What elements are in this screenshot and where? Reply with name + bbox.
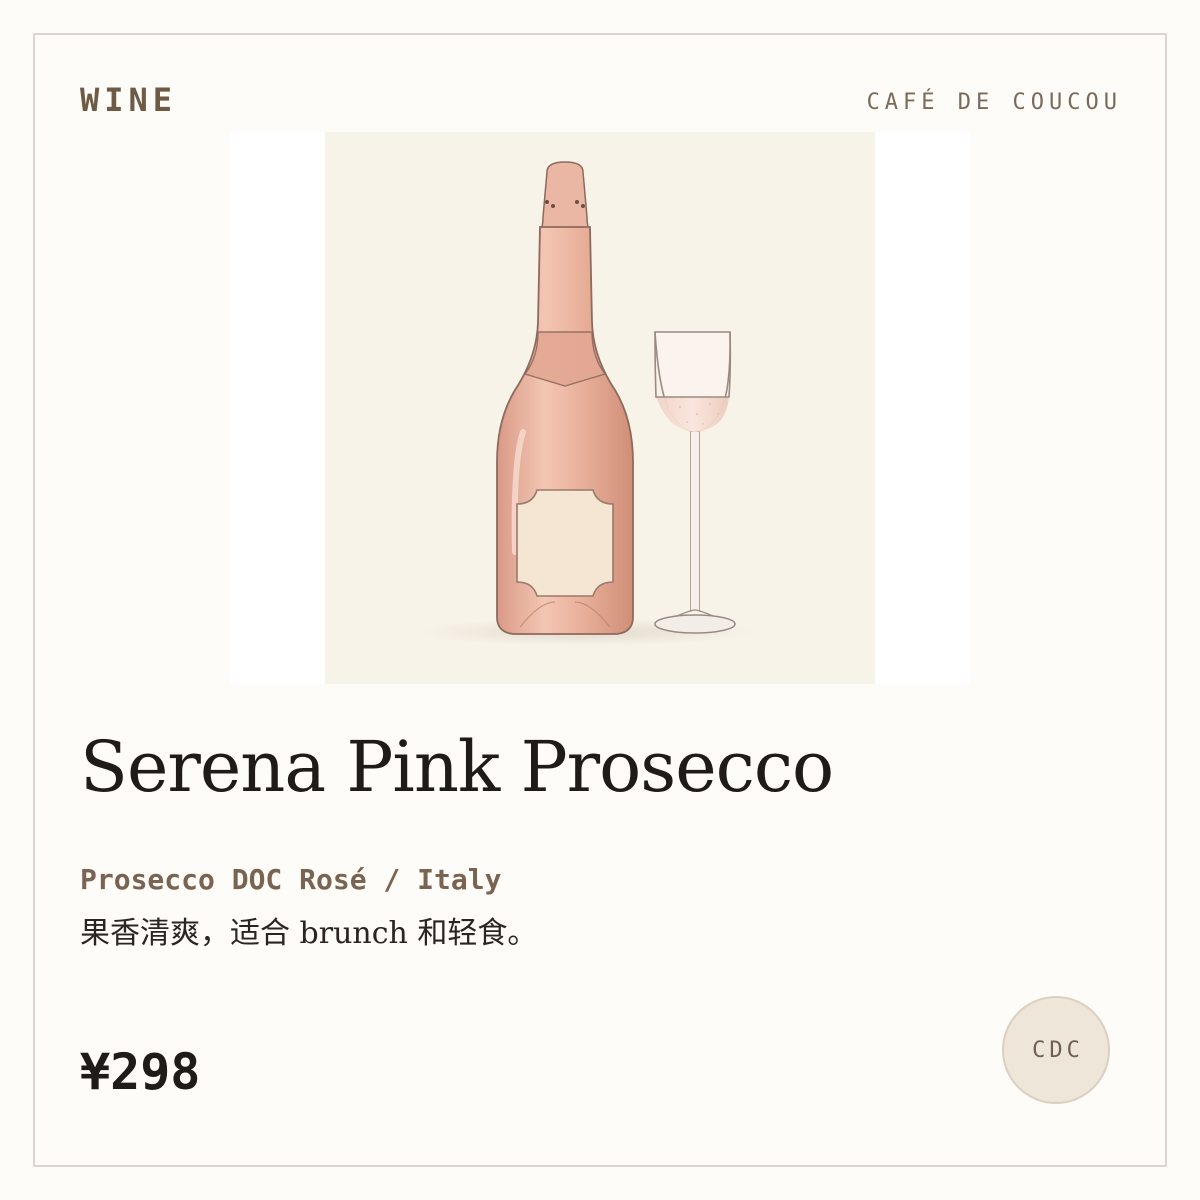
bottle-icon (496, 161, 634, 635)
champagne-flute-icon (654, 331, 736, 634)
product-description: 果香清爽，适合 brunch 和轻食。 (80, 916, 538, 951)
product-illustration (325, 132, 875, 684)
product-name: Serena Pink Prosecco (80, 726, 834, 808)
brand-badge: CDC (1002, 996, 1110, 1104)
category-label: WINE (80, 81, 178, 119)
product-price: ¥298 (80, 1043, 201, 1101)
rose-prosecco-bottle-and-flute-illustration (415, 161, 755, 646)
product-image-panel (230, 132, 970, 684)
product-origin: Prosecco DOC Rosé / Italy (80, 863, 502, 896)
brand-name: CAFÉ DE COUCOU (866, 90, 1122, 115)
